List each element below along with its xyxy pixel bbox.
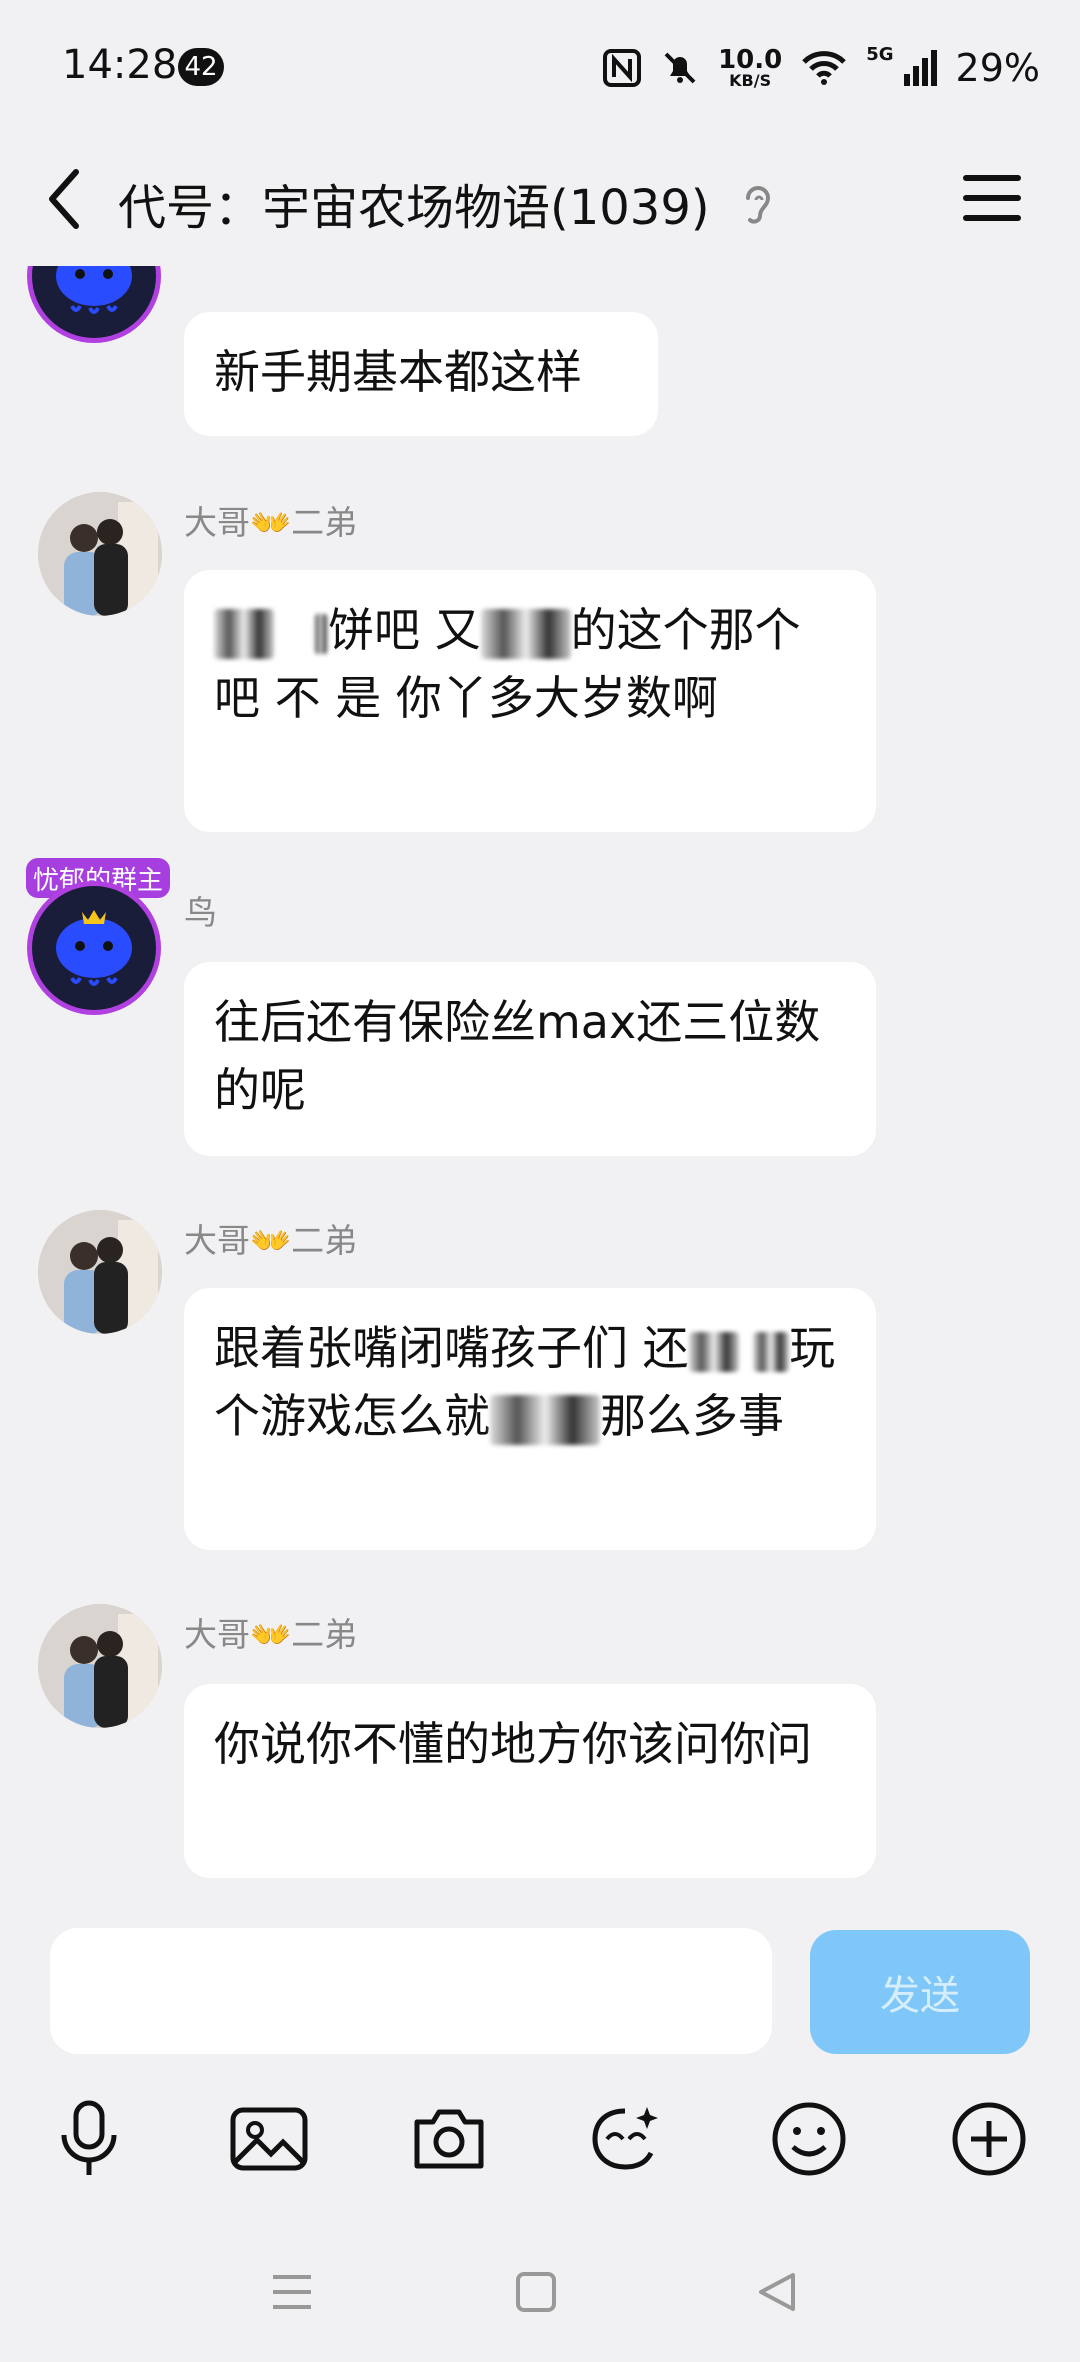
avatar[interactable]	[38, 492, 162, 616]
battery-level: 29%	[955, 46, 1040, 90]
chat-menu-button[interactable]	[962, 170, 1022, 226]
image-icon[interactable]	[224, 2094, 314, 2184]
sticker-icon[interactable]	[580, 2094, 670, 2184]
menu-nav-icon[interactable]	[262, 2262, 322, 2322]
message-bubble[interactable]: 跟着张嘴闭嘴孩子们 还 玩个游戏怎么就 那么多事	[184, 1288, 876, 1550]
back-button[interactable]	[40, 164, 90, 234]
chevron-left-icon	[49, 169, 79, 229]
chat-header: 代号：宇宙农场物语(1039)	[0, 130, 1080, 266]
message-input[interactable]	[50, 1928, 772, 2054]
message-text: 新手期基本都这样	[214, 345, 582, 399]
avatar[interactable]	[32, 886, 156, 1010]
system-nav-bar	[0, 2216, 1080, 2362]
network-speed: 10.0 KB/S	[718, 47, 782, 89]
network-speed-unit: KB/S	[729, 71, 772, 90]
redacted-text	[688, 1331, 739, 1372]
hamburger-icon	[963, 175, 1021, 221]
message-bubble[interactable]: 饼吧 又的这个那个吧 不 是 你丫多大岁数啊	[184, 570, 876, 832]
signal-icon	[902, 48, 938, 88]
wifi-icon	[800, 48, 848, 88]
network-speed-value: 10.0	[718, 45, 783, 75]
message-text-part: 饼吧 又	[328, 603, 481, 657]
ear-mode-icon[interactable]	[740, 180, 776, 230]
nfc-icon	[602, 48, 642, 88]
camera-icon[interactable]	[404, 2094, 494, 2184]
sender-name: 大哥👐二弟	[184, 1615, 358, 1654]
group-title: 代号：宇宙农场物语(1039)	[118, 180, 710, 236]
send-button[interactable]: 发送	[810, 1930, 1030, 2054]
notification-count-badge: 42	[178, 48, 224, 86]
message-text-part: 那么多事	[600, 1389, 784, 1443]
redacted-text	[480, 608, 571, 659]
redacted-text	[753, 1331, 790, 1372]
message-bubble[interactable]: 新手期基本都这样	[184, 312, 658, 436]
network-type: 5G	[866, 43, 894, 65]
message-text-part: 跟着张嘴闭嘴孩子们 还	[214, 1321, 689, 1375]
message-list[interactable]: 新手期基本都这样 大哥👐二弟 饼吧 又的这个那个吧 不 是 你丫多大岁数啊 忧郁…	[0, 266, 1080, 1906]
message-bubble[interactable]: 你说你不懂的地方你该问你问	[184, 1684, 876, 1878]
mute-bell-icon	[660, 48, 700, 88]
emoji-icon[interactable]	[764, 2094, 854, 2184]
sender-name: 鸟	[184, 893, 217, 932]
input-toolbar	[0, 2056, 1080, 2216]
message-input-bar: 发送	[0, 1906, 1080, 2056]
avatar[interactable]	[38, 1604, 162, 1728]
message-text: 往后还有保险丝max还三位数的呢	[214, 995, 821, 1117]
back-nav-icon[interactable]	[748, 2262, 808, 2322]
avatar[interactable]	[38, 1210, 162, 1334]
status-icons: 10.0 KB/S 5G 29%	[602, 36, 1040, 100]
status-time: 14:28	[62, 42, 178, 88]
sender-name: 大哥👐二弟	[184, 503, 358, 542]
message-text: 你说你不懂的地方你该问你问	[214, 1717, 812, 1771]
home-nav-icon[interactable]	[506, 2262, 566, 2322]
plus-icon[interactable]	[944, 2094, 1034, 2184]
redacted-text	[214, 608, 274, 659]
avatar[interactable]	[32, 266, 156, 338]
sender-name: 大哥👐二弟	[184, 1221, 358, 1260]
message-bubble[interactable]: 往后还有保险丝max还三位数的呢	[184, 962, 876, 1156]
redacted-text	[314, 613, 328, 654]
status-bar: 14:28 42 10.0 KB/S 5G 29%	[0, 0, 1080, 130]
microphone-icon[interactable]	[44, 2094, 134, 2184]
redacted-text	[490, 1394, 600, 1445]
